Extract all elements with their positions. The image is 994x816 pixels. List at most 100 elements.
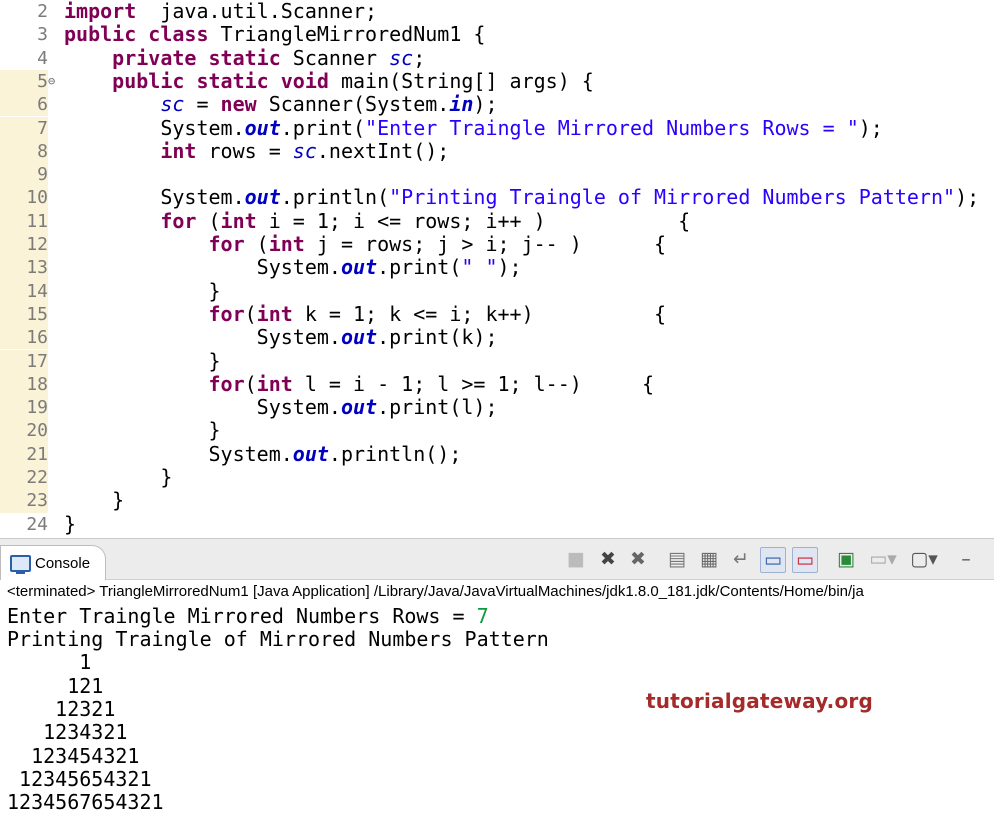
code-token: } [64,278,221,303]
code-token: = [184,92,221,117]
code-token: System. [64,115,245,140]
code-line[interactable]: } [64,511,77,536]
code-token: "Printing Traingle of Mirrored Numbers P… [389,185,956,210]
code-line[interactable]: private static Scanner sc; [64,45,425,70]
code-token: import [64,0,137,23]
line-number: 12 [0,233,48,257]
code-token: .print(l); [377,395,498,420]
code-token: ( [244,301,257,326]
code-line[interactable]: import java.util.Scanner; [64,0,377,23]
code-line[interactable]: System.out.println(); [64,442,461,466]
console-tab-label: Console [35,555,91,572]
code-line[interactable]: } [64,489,124,512]
code-token: Scanner(System. [256,92,450,117]
line-number: 11 [0,209,48,233]
code-token: System. [64,325,341,350]
line-number: 3 [37,24,48,46]
code-token: sc [292,138,317,163]
line-number: 15 [0,302,48,327]
code-token: sc [160,92,185,117]
code-token: public [112,68,185,93]
line-number: 5 [0,69,48,94]
code-token: new [220,92,257,117]
console-tab[interactable]: Console [0,545,106,580]
clear-console-icon[interactable]: ▦ [698,547,720,571]
line-number: 13 [0,256,48,280]
line-number: 16 [0,326,48,350]
terminate-icon[interactable]: ■ [566,547,586,571]
code-token: ); [858,115,883,140]
code-line[interactable]: public static void main(String[] args) { [64,68,594,93]
code-line[interactable]: sc = new Scanner(System.in); [64,92,498,117]
open-console-icon[interactable]: ▢▾ [908,547,940,571]
scroll-lock-icon[interactable]: ▤ [666,547,688,571]
code-token: TriangleMirroredNum1 { [208,22,486,47]
code-token: void [280,68,329,93]
code-line[interactable]: } [64,419,220,442]
show-on-stderr-icon[interactable]: ▭ [792,547,818,573]
remove-all-icon[interactable]: ✖ [624,547,652,571]
code-line[interactable]: } [64,278,221,303]
code-token: int [256,301,293,326]
remove-launch-icon[interactable]: ✖ [596,547,620,571]
code-token: for [208,232,245,256]
show-on-stdout-icon[interactable]: ▭ [760,547,786,573]
code-token: .print(k); [377,325,498,350]
code-line[interactable]: System.out.println("Printing Traingle of… [64,186,979,209]
fold-icon[interactable]: ⊖ [48,74,55,88]
console-output-line: 1 [7,650,92,675]
line-number: 14 [0,279,48,303]
code-line[interactable]: int rows = sc.nextInt(); [64,138,449,163]
code-line[interactable]: System.out.print(k); [64,326,498,349]
display-console-icon[interactable]: ▭▾ [868,547,898,571]
code-line[interactable]: System.out.print("Enter Traingle Mirrore… [64,115,883,140]
code-token: System. [64,185,245,210]
code-token: int [268,232,305,256]
line-number: 20 [0,419,48,443]
code-line[interactable]: } [64,465,172,489]
watermark: tutorialgateway.org [646,689,873,713]
code-token: for [160,208,197,233]
code-token: out [244,185,281,210]
code-token: ); [955,185,980,210]
code-line[interactable]: public class TriangleMirroredNum1 { [64,23,485,46]
code-token: ( [244,232,269,256]
code-line[interactable]: System.out.print(l); [64,395,498,420]
pin-console-icon[interactable]: ▣ [834,547,858,571]
code-token: out [340,255,378,280]
console-output-line: 121 [7,673,104,698]
minimize-icon[interactable]: – [956,547,976,571]
code-token: rows = [196,138,293,163]
code-token: sc [389,45,414,70]
code-line[interactable]: for (int j = rows; j > i; j-- ) { [64,232,667,256]
code-token: ); [473,92,498,117]
code-token: } [64,511,77,536]
console-input-value[interactable]: 7 [477,604,489,628]
code-line[interactable]: } [64,349,220,373]
code-editor[interactable]: 2 3 4 5 ⊖ 6 7 8 9 10 11 12 13 14 15 16 17 18 19 20 21 22 23 24 … [0,0,994,538]
code-token: k = 1; k <= i; k++) { [292,301,667,326]
console-output-line: Printing Traingle of Mirrored Numbers Pa… [7,627,549,651]
word-wrap-icon[interactable]: ↵ [730,547,752,571]
code-token: class [148,22,209,47]
line-number: 17 [0,349,48,373]
code-token: private [112,45,197,70]
code-line[interactable]: for (int i = 1; i <= rows; i++ ) { [64,208,690,233]
console-view: Console ■ ✖ ✖ ▤ ▦ ↵ ▭ ▭ ▣ ▭▾ ▢▾ – <termi… [0,538,994,816]
console-prompt: Enter Traingle Mirrored Numbers Rows = [7,604,477,628]
console-prompt-line: Enter Traingle Mirrored Numbers Rows = 7 [7,604,489,628]
line-number-gutter: 2 3 4 5 ⊖ 6 7 8 9 10 11 12 13 14 15 16 17 18 19 20 21 22 23 24 [0,0,60,538]
code-token: ( [196,208,221,233]
code-token: int [160,138,197,163]
code-line[interactable]: for(int l = i - 1; l >= 1; l--) { [64,372,655,396]
code-line[interactable]: for(int k = 1; k <= i; k++) { [64,301,667,326]
code-line[interactable]: System.out.print(" "); [64,256,522,279]
